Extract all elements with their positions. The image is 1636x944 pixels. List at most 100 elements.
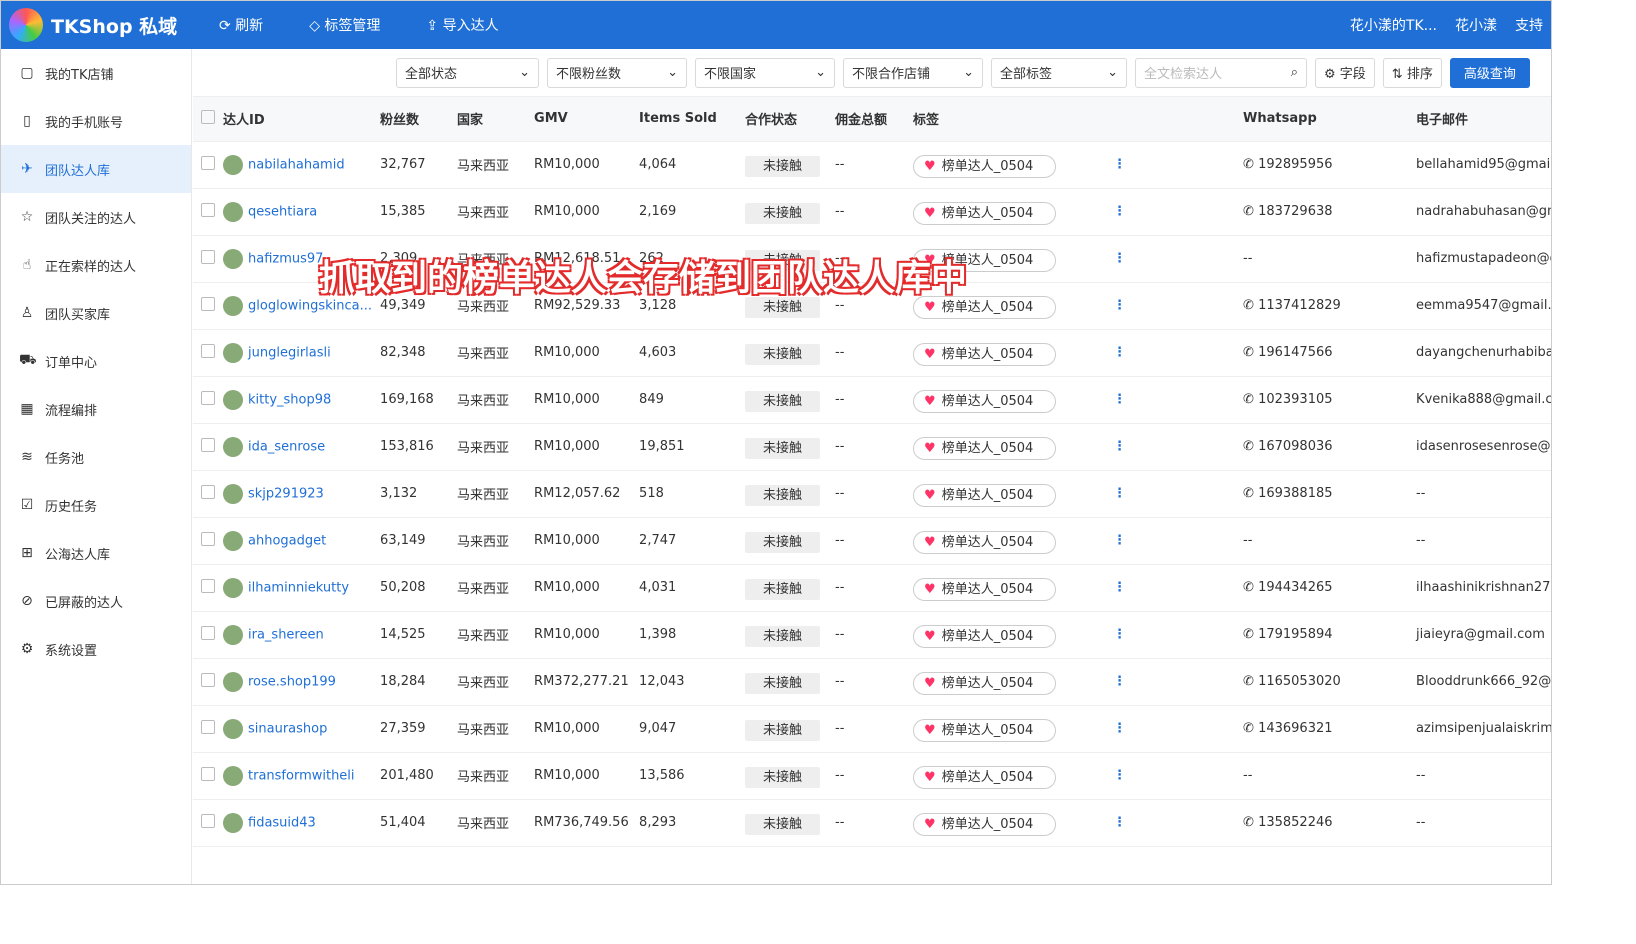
more-menu[interactable]: ⋮	[1105, 188, 1236, 236]
sort-button[interactable]: ⇅ 排序	[1382, 57, 1442, 88]
tag-chip[interactable]: ♥ 榜单达人_0504	[905, 799, 1106, 847]
select-all-checkbox[interactable]	[201, 109, 215, 124]
more-icon[interactable]: ⋮	[1113, 627, 1126, 642]
sidebar-item-2[interactable]: ✈ 团队达人库	[1, 145, 191, 193]
more-icon[interactable]: ⋮	[1113, 298, 1126, 313]
more-menu[interactable]: ⋮	[1105, 235, 1236, 283]
select-cell[interactable]	[193, 705, 215, 753]
row-checkbox[interactable]	[201, 343, 215, 358]
tag-chip[interactable]: ♥ 榜单达人_0504	[905, 658, 1106, 706]
table-row[interactable]: ida_senrose 153,816 马来西亚 RM10,000 19,851 未接触 -…	[193, 423, 1551, 471]
filter-4[interactable]: 全部标签 ⌄	[991, 57, 1127, 88]
more-icon[interactable]: ⋮	[1113, 815, 1126, 830]
more-icon[interactable]: ⋮	[1113, 674, 1126, 689]
toolbar-0[interactable]: ⟳ 刷新	[219, 15, 263, 35]
column-header[interactable]: 合作状态	[737, 97, 828, 142]
table-row[interactable]: junglegirlasli 82,348 马来西亚 RM10,000 4,603 未接触…	[193, 329, 1551, 377]
sidebar-item-5[interactable]: ♙ 团队买家库	[1, 289, 191, 337]
row-checkbox[interactable]	[201, 296, 215, 311]
more-icon[interactable]: ⋮	[1113, 721, 1126, 736]
more-icon[interactable]: ⋮	[1113, 157, 1126, 172]
tag-chip[interactable]: ♥ 榜单达人_0504	[905, 376, 1106, 424]
talent-id[interactable]: kitty_shop98	[215, 376, 373, 424]
advanced-query-button[interactable]: 高级查询	[1449, 57, 1530, 88]
sidebar-item-0[interactable]: ▢ 我的TK店铺	[1, 49, 191, 97]
sidebar-item-7[interactable]: ▦ 流程编排	[1, 385, 191, 433]
filter-1[interactable]: 不限粉丝数 ⌄	[547, 57, 687, 88]
column-header[interactable]: 电子邮件	[1408, 97, 1551, 142]
more-menu[interactable]: ⋮	[1105, 282, 1236, 330]
table-row[interactable]: skjp291923 3,132 马来西亚 RM12,057.62 518 未接触 -- ♥ 榜…	[193, 470, 1551, 518]
more-menu[interactable]: ⋮	[1105, 376, 1236, 424]
row-checkbox[interactable]	[201, 672, 215, 687]
more-menu[interactable]: ⋮	[1105, 705, 1236, 753]
sidebar-item-8[interactable]: ≋ 任务池	[1, 433, 191, 481]
talent-id[interactable]: skjp291923	[215, 470, 373, 518]
tag-chip[interactable]: ♥ 榜单达人_0504	[905, 141, 1106, 189]
talent-id[interactable]: ira_shereen	[215, 611, 373, 659]
support-link[interactable]: 支持	[1515, 15, 1543, 35]
sidebar-item-9[interactable]: ☑ 历史任务	[1, 481, 191, 529]
more-icon[interactable]: ⋮	[1113, 345, 1126, 360]
tag-chip[interactable]: ♥ 榜单达人_0504	[905, 752, 1106, 800]
more-menu[interactable]: ⋮	[1105, 752, 1236, 800]
talent-id[interactable]: qesehtiara	[215, 188, 373, 236]
row-checkbox[interactable]	[201, 625, 215, 640]
tag-chip[interactable]: ♥ 榜单达人_0504	[905, 564, 1106, 612]
table-row[interactable]: transformwitheli 201,480 马来西亚 RM10,000 13,58…	[193, 752, 1551, 800]
column-header[interactable]: 佣金总额	[827, 97, 906, 142]
select-cell[interactable]	[193, 376, 215, 424]
field-button[interactable]: ⚙ 字段	[1315, 57, 1375, 88]
more-icon[interactable]: ⋮	[1113, 580, 1126, 595]
row-checkbox[interactable]	[201, 813, 215, 828]
talent-id[interactable]: ilhaminniekutty	[215, 564, 373, 612]
table-row[interactable]: ilhaminniekutty 50,208 马来西亚 RM10,000 4,031 未接…	[193, 564, 1551, 612]
select-cell[interactable]	[193, 752, 215, 800]
row-checkbox[interactable]	[201, 719, 215, 734]
sidebar-item-1[interactable]: ▯ 我的手机账号	[1, 97, 191, 145]
select-cell[interactable]	[193, 658, 215, 706]
table-row[interactable]: qesehtiara 15,385 马来西亚 RM10,000 2,169 未接触 -- ♥ 榜…	[193, 188, 1551, 236]
table-row[interactable]: ira_shereen 14,525 马来西亚 RM10,000 1,398 未接触 -- ♥…	[193, 611, 1551, 659]
account-switch[interactable]: 花小漾的TK...	[1350, 15, 1437, 35]
sidebar-item-11[interactable]: ⊘ 已屏蔽的达人	[1, 577, 191, 625]
tag-chip[interactable]: ♥ 榜单达人_0504	[905, 470, 1106, 518]
more-menu[interactable]: ⋮	[1105, 141, 1236, 189]
sidebar-item-10[interactable]: ⊞ 公海达人库	[1, 529, 191, 577]
talent-id[interactable]: fidasuid43	[215, 799, 373, 847]
tag-chip[interactable]: ♥ 榜单达人_0504	[905, 611, 1106, 659]
table-row[interactable]: fidasuid43 51,404 马来西亚 RM736,749.56 8,293 未接触…	[193, 799, 1551, 847]
talent-id[interactable]: ida_senrose	[215, 423, 373, 471]
sidebar-item-3[interactable]: ☆ 团队关注的达人	[1, 193, 191, 241]
select-cell[interactable]	[193, 799, 215, 847]
column-header[interactable]: 粉丝数	[372, 97, 450, 142]
tag-chip[interactable]: ♥ 榜单达人_0504	[905, 705, 1106, 753]
row-checkbox[interactable]	[201, 249, 215, 264]
tag-chip[interactable]: ♥ 榜单达人_0504	[905, 517, 1106, 565]
talent-id[interactable]: rose.shop199	[215, 658, 373, 706]
column-header[interactable]: 国家	[449, 97, 527, 142]
more-menu[interactable]: ⋮	[1105, 658, 1236, 706]
more-menu[interactable]: ⋮	[1105, 611, 1236, 659]
sidebar-item-6[interactable]: ⛟ 订单中心	[1, 337, 191, 385]
more-menu[interactable]: ⋮	[1105, 470, 1236, 518]
row-checkbox[interactable]	[201, 578, 215, 593]
talent-id[interactable]: nabilahahamid	[215, 141, 373, 189]
talent-id[interactable]: sinaurashop	[215, 705, 373, 753]
sidebar-item-12[interactable]: ⚙ 系统设置	[1, 625, 191, 673]
row-checkbox[interactable]	[201, 484, 215, 499]
tag-chip[interactable]: ♥ 榜单达人_0504	[905, 329, 1106, 377]
talent-id[interactable]: ahhogadget	[215, 517, 373, 565]
more-icon[interactable]: ⋮	[1113, 439, 1126, 454]
more-menu[interactable]: ⋮	[1105, 329, 1236, 377]
row-checkbox[interactable]	[201, 390, 215, 405]
toolbar-2[interactable]: ⇪ 导入达人	[426, 15, 498, 35]
column-header[interactable]	[1105, 97, 1236, 142]
row-checkbox[interactable]	[201, 155, 215, 170]
select-cell[interactable]	[193, 564, 215, 612]
filter-2[interactable]: 不限国家 ⌄	[695, 57, 835, 88]
row-checkbox[interactable]	[201, 202, 215, 217]
select-cell[interactable]	[193, 235, 215, 283]
select-cell[interactable]	[193, 611, 215, 659]
search-input[interactable]: 全文检索达人 ⌕	[1135, 57, 1307, 88]
